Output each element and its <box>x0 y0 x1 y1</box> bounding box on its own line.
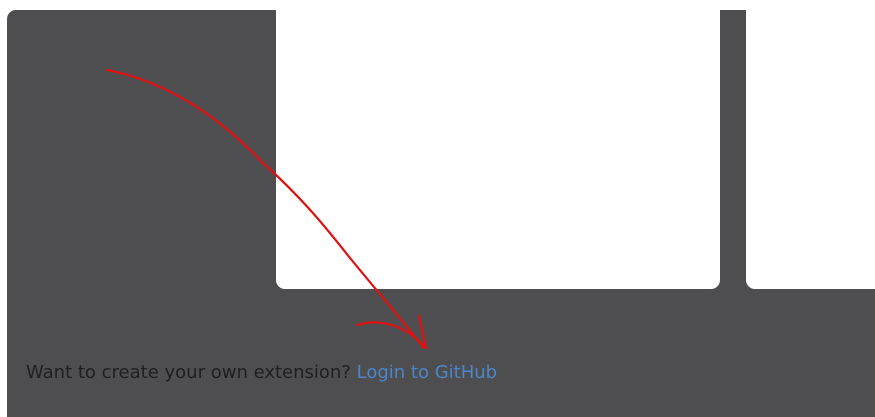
extension-card[interactable] <box>276 10 720 289</box>
login-github-link[interactable]: Login to GitHub <box>357 362 497 383</box>
create-extension-footer: Want to create your own extension? Login… <box>26 361 497 385</box>
create-extension-prompt: Want to create your own extension? <box>26 362 351 383</box>
extension-card[interactable] <box>746 10 875 289</box>
extensions-panel: Want to create your own extension? Login… <box>7 10 875 417</box>
